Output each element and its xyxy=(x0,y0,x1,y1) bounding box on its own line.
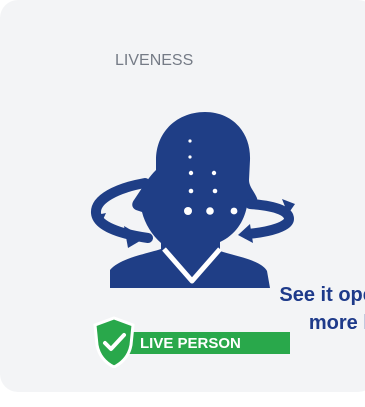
viewport: LIVENESS LIVE PERSON See it op more xyxy=(0,0,365,407)
badge-label: LIVE PERSON xyxy=(140,335,241,352)
shield-check-icon xyxy=(93,316,135,368)
live-person-badge: LIVE PERSON xyxy=(90,316,290,368)
overflowing-description-text: See it operate more lo xyxy=(279,284,365,334)
face-rotation-icon xyxy=(91,112,295,288)
card-title: LIVENESS xyxy=(115,52,194,69)
